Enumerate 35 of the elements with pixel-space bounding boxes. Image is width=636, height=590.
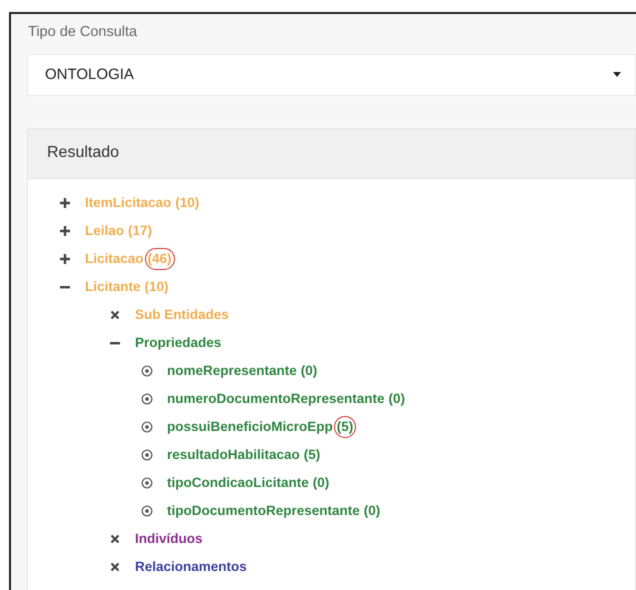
node-count: (0) — [300, 362, 318, 380]
node-count: (0) — [364, 502, 380, 520]
radio-dot-icon — [141, 504, 153, 517]
node-count: (0) — [388, 390, 406, 408]
node-count: (17) — [128, 222, 152, 240]
tree-node-label[interactable]: nomeRepresentante — [167, 360, 297, 381]
tree-node-label[interactable]: possuiBeneficioMicroEpp — [167, 416, 333, 437]
query-type-select[interactable]: ONTOLOGIA — [27, 54, 636, 96]
node-count: (46) — [144, 248, 175, 270]
tree-node-label[interactable]: resultadoHabilitacao — [167, 444, 300, 465]
node-count: (5) — [334, 416, 356, 438]
caret-icon — [613, 72, 621, 78]
field-label: Tipo de Consulta — [28, 23, 138, 42]
tree-node-label[interactable]: tipoDocumentoRepresentante — [167, 500, 360, 521]
radio-dot-icon — [141, 392, 153, 405]
close-icon — [110, 562, 120, 572]
tree-node-label[interactable]: tipoCondicaoLicitante — [167, 472, 309, 493]
node-count: (10) — [144, 278, 169, 296]
node-count: (5) — [304, 446, 320, 464]
radio-dot-icon — [141, 476, 153, 489]
radio-dot-icon — [141, 364, 153, 377]
tree-node-label[interactable]: numeroDocumentoRepresentante — [167, 388, 385, 409]
tree-node-label[interactable]: Indivíduos — [135, 528, 202, 549]
plus-icon[interactable] — [59, 224, 71, 237]
tree-node-label[interactable]: Propriedades — [135, 332, 222, 353]
tree-node-label[interactable]: Relacionamentos — [135, 556, 247, 577]
node-count: (0) — [312, 474, 330, 492]
close-icon — [110, 534, 120, 544]
close-icon — [110, 310, 120, 320]
panel-title: Resultado — [47, 143, 120, 164]
radio-dot-icon — [141, 448, 153, 461]
plus-icon[interactable] — [59, 196, 71, 209]
plus-icon[interactable] — [59, 252, 71, 265]
node-count: (10) — [175, 194, 200, 212]
radio-dot-icon — [141, 420, 153, 433]
